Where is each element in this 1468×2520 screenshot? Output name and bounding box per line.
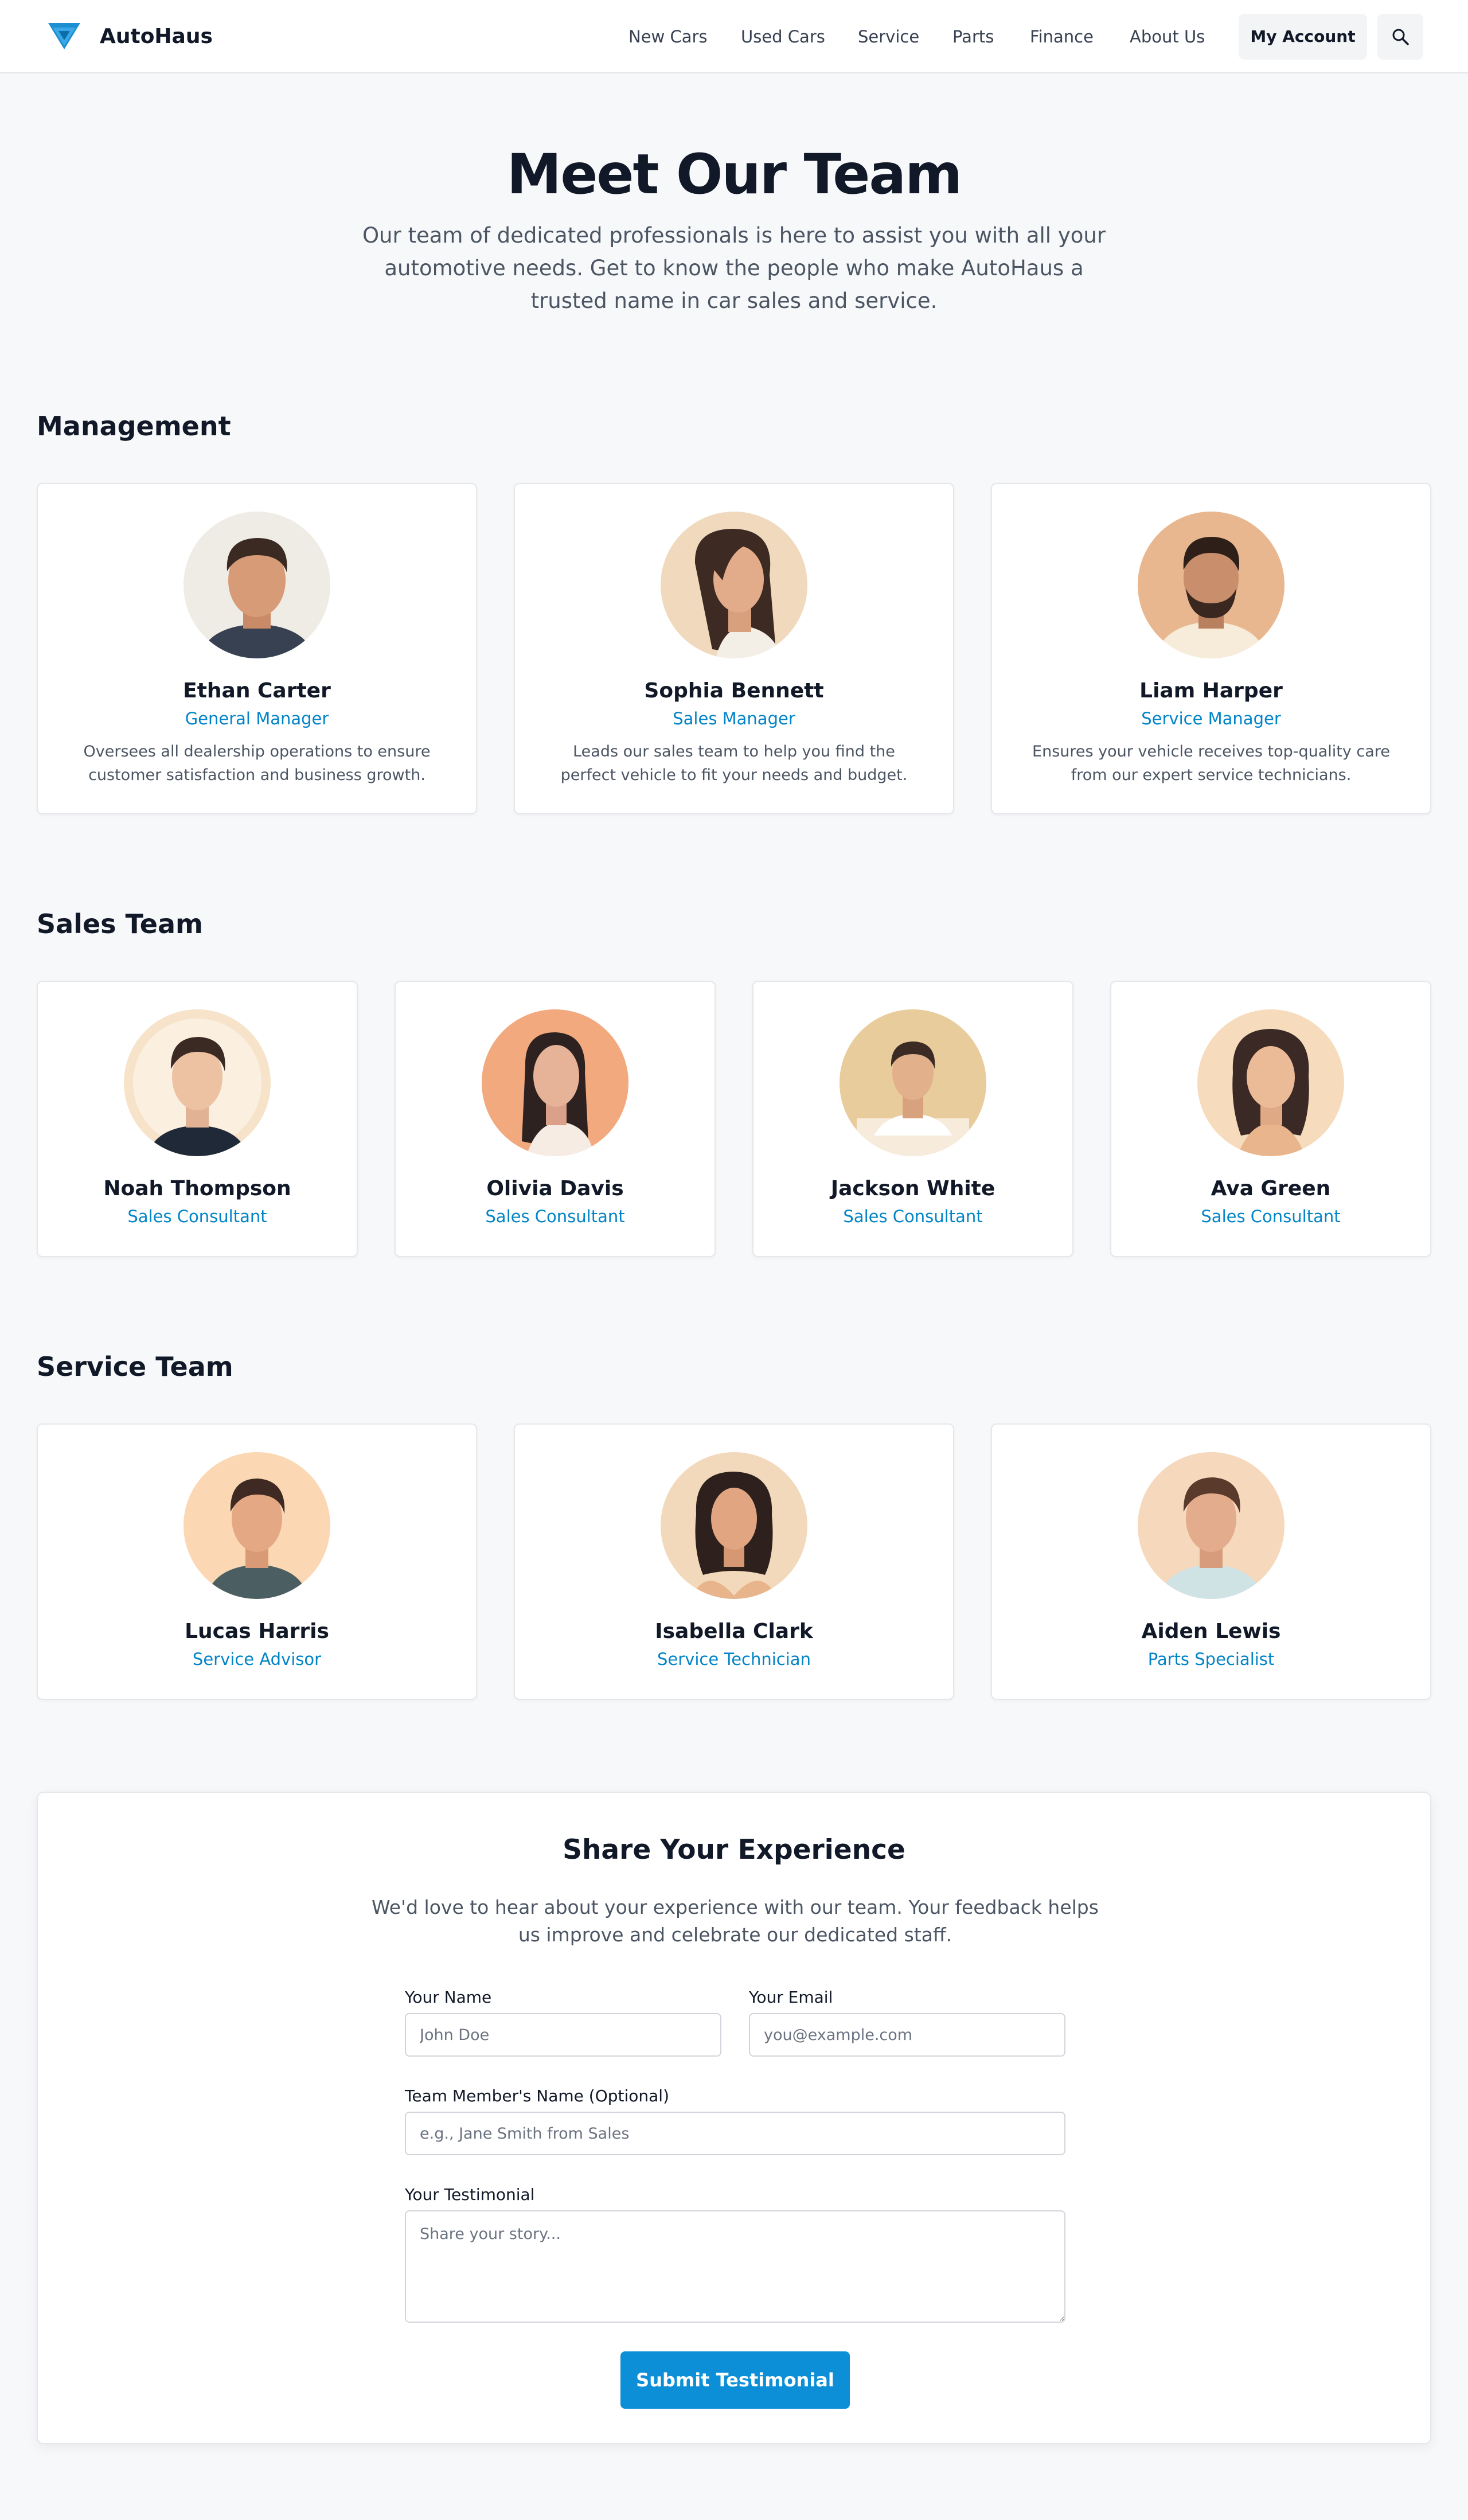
name-field[interactable] xyxy=(405,2013,721,2057)
member-name: Lucas Harris xyxy=(185,1620,329,1643)
autohaus-logo-icon[interactable] xyxy=(46,19,83,54)
member-name: Liam Harper xyxy=(1139,679,1283,703)
member-role: Sales Consultant xyxy=(485,1207,625,1226)
avatar xyxy=(840,1009,986,1156)
section-title-sales-team: Sales Team xyxy=(37,908,203,939)
page-title: Meet Our Team xyxy=(506,142,962,206)
avatar xyxy=(1138,512,1284,658)
member-role: Sales Consultant xyxy=(843,1207,983,1226)
team-card: Aiden Lewis Parts Specialist xyxy=(991,1423,1431,1700)
member-description: Oversees all dealership operations to en… xyxy=(83,743,431,784)
member-description: Ensures your vehicle receives top-qualit… xyxy=(1032,743,1390,784)
nav-service[interactable]: Service xyxy=(858,23,919,50)
name-label: Your Name xyxy=(405,1988,492,2007)
testimonial-form: Share Your Experience We'd love to hear … xyxy=(37,1792,1431,2444)
search-button[interactable] xyxy=(1377,14,1423,60)
submit-testimonial-button[interactable]: Submit Testimonial xyxy=(620,2351,850,2409)
member-name: Sophia Bennett xyxy=(644,679,824,703)
avatar xyxy=(661,1452,807,1599)
nav-new-cars[interactable]: New Cars xyxy=(628,23,708,50)
avatar xyxy=(184,512,330,658)
avatar xyxy=(1138,1452,1284,1599)
team-card: Olivia Davis Sales Consultant xyxy=(395,981,716,1257)
email-field[interactable] xyxy=(749,2013,1065,2057)
member-role: Service Advisor xyxy=(192,1649,322,1669)
member-name: Isabella Clark xyxy=(655,1620,813,1643)
team-member-label: Team Member's Name (Optional) xyxy=(405,2086,670,2105)
avatar xyxy=(661,512,807,658)
form-title: Share Your Experience xyxy=(563,1834,905,1866)
team-card: Liam Harper Service Manager Ensures your… xyxy=(991,483,1431,814)
brand-name[interactable]: AutoHaus xyxy=(100,23,213,50)
testimonial-field[interactable] xyxy=(405,2210,1065,2323)
member-description: Leads our sales team to help you find th… xyxy=(560,743,908,784)
team-card: Ava Green Sales Consultant xyxy=(1110,981,1431,1257)
nav-about-us[interactable]: About Us xyxy=(1130,23,1205,50)
avatar xyxy=(124,1009,271,1156)
team-card: Ethan Carter General Manager Oversees al… xyxy=(37,483,477,814)
member-name: Jackson White xyxy=(830,1177,995,1200)
email-label: Your Email xyxy=(749,1988,833,2007)
avatar xyxy=(1197,1009,1344,1156)
nav-parts[interactable]: Parts xyxy=(952,23,994,50)
member-role: Service Technician xyxy=(657,1649,811,1669)
section-title-service-team: Service Team xyxy=(37,1351,233,1382)
testimonial-label: Your Testimonial xyxy=(405,2185,535,2204)
member-name: Ethan Carter xyxy=(183,679,331,703)
member-role: Service Manager xyxy=(1141,709,1281,728)
team-card: Jackson White Sales Consultant xyxy=(752,981,1073,1257)
nav-finance[interactable]: Finance xyxy=(1030,23,1094,50)
search-icon xyxy=(1392,29,1409,45)
team-member-field[interactable] xyxy=(405,2112,1065,2155)
member-role: Sales Manager xyxy=(673,709,795,728)
team-card: Noah Thompson Sales Consultant xyxy=(37,981,358,1257)
team-card: Isabella Clark Service Technician xyxy=(514,1423,954,1700)
site-header: AutoHaus New Cars Used Cars Service Part… xyxy=(0,0,1468,73)
my-account-button[interactable]: My Account xyxy=(1239,14,1367,60)
member-role: Parts Specialist xyxy=(1147,1649,1275,1669)
team-card: Lucas Harris Service Advisor xyxy=(37,1423,477,1700)
member-role: Sales Consultant xyxy=(127,1207,267,1226)
member-name: Aiden Lewis xyxy=(1141,1620,1281,1643)
member-name: Noah Thompson xyxy=(103,1177,291,1200)
member-name: Ava Green xyxy=(1211,1177,1331,1200)
section-title-management: Management xyxy=(37,411,231,442)
page-intro: Our team of dedicated professionals is h… xyxy=(362,223,1106,313)
nav-used-cars[interactable]: Used Cars xyxy=(741,23,825,50)
member-name: Olivia Davis xyxy=(486,1177,624,1200)
form-intro: We'd love to hear about your experience … xyxy=(372,1896,1099,1946)
avatar xyxy=(482,1009,628,1156)
member-role: General Manager xyxy=(185,709,329,728)
avatar xyxy=(184,1452,330,1599)
team-card: Sophia Bennett Sales Manager Leads our s… xyxy=(514,483,954,814)
member-role: Sales Consultant xyxy=(1201,1207,1341,1226)
